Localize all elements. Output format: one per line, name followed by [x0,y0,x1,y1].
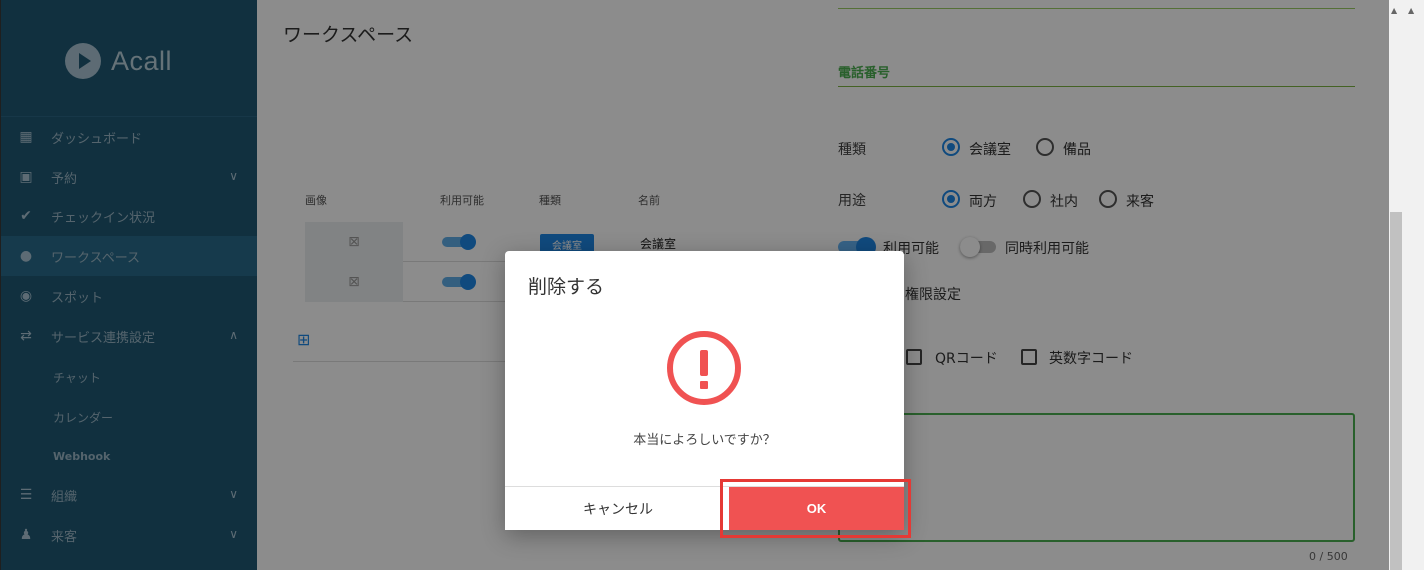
scroll-up-icon[interactable]: ▲ [1391,6,1397,15]
dialog-title: 削除する [528,276,605,298]
warning-icon [667,331,741,405]
scrollbar-thumb[interactable] [1390,212,1402,570]
dialog-message: 本当によろしいですか？ [633,433,776,448]
scrollbar[interactable]: ▲ ▲ [1389,0,1424,570]
ok-button[interactable]: OK [729,487,904,530]
cancel-button[interactable]: キャンセル [505,487,731,530]
scroll-up-icon[interactable]: ▲ [1408,6,1414,15]
